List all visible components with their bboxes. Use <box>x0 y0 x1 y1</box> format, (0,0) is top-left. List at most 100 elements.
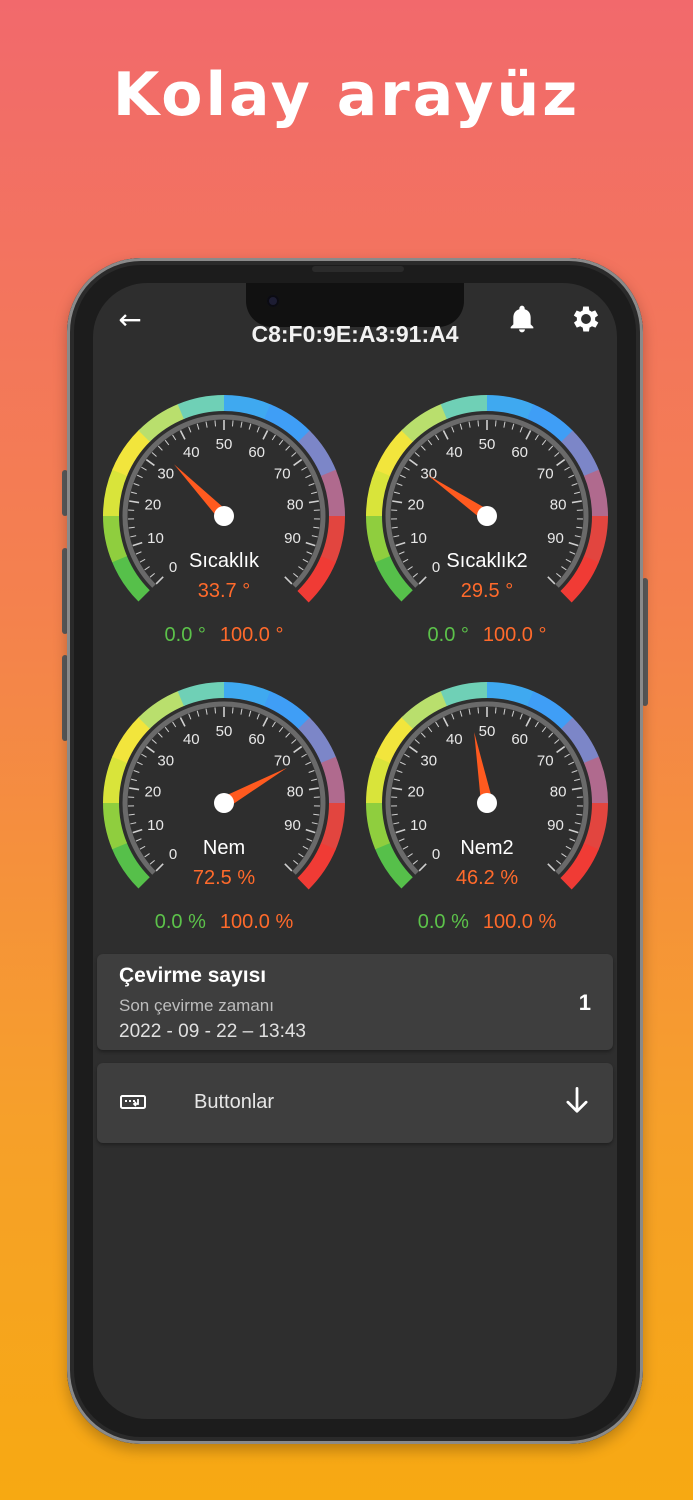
gauge-color-band <box>440 682 489 707</box>
gauge-tick <box>468 708 471 715</box>
gauge-tick <box>179 717 186 727</box>
gauge-tick <box>130 778 137 782</box>
counter-datetime: 2022 - 09 - 22 – 13:43 <box>119 1021 306 1042</box>
bell-icon[interactable] <box>506 302 538 336</box>
arrow-down-icon[interactable] <box>563 1085 591 1117</box>
gauge-tick-label: 50 <box>479 723 496 740</box>
gauge-tick <box>568 541 579 547</box>
gauge-tick <box>214 707 217 714</box>
gauge-tick-label: 70 <box>274 466 291 483</box>
gauge-color-band <box>177 395 226 420</box>
back-arrow-icon[interactable]: ← <box>112 302 148 338</box>
gauge-value: 46.2 % <box>455 867 519 889</box>
gauge-tick <box>396 483 403 486</box>
gauge-tick <box>248 710 252 717</box>
gauge-needle <box>474 732 493 805</box>
gauge-tick <box>574 778 581 782</box>
gauge-tick <box>130 491 137 495</box>
gauge-tick <box>301 753 307 758</box>
gauge-tick <box>157 445 163 451</box>
gauge-tick <box>548 732 554 738</box>
gauge-tick <box>571 770 578 773</box>
gauge-tick <box>157 732 163 738</box>
gauge-tick <box>548 445 554 451</box>
gauge-tick <box>395 541 406 547</box>
gauge-tick <box>435 434 440 441</box>
gauge-tick <box>293 745 303 754</box>
gauge-tick-label: 40 <box>446 731 463 748</box>
gauge-tick <box>128 813 135 816</box>
gauge-tick <box>393 535 400 538</box>
gauge-color-band <box>298 717 337 765</box>
buttons-label: Buttonlar <box>194 1091 275 1113</box>
gauge-tick <box>172 721 177 728</box>
gauge-tick <box>525 430 532 440</box>
gauge-tick <box>451 713 455 720</box>
gauge-tick <box>128 526 135 529</box>
gauge-tick <box>393 491 400 495</box>
gauge-tick <box>145 745 155 754</box>
gauge-tick <box>503 708 506 715</box>
gauge-nem2: 0 10 20 30 40 50 60 70 80 90 Nem2 46.2 % 0.0 % 100… <box>357 665 617 935</box>
gauge-tick-label: 30 <box>157 466 174 483</box>
gauge-tick <box>442 717 449 727</box>
keyboard-icon <box>120 1095 146 1109</box>
gauge-tick <box>556 745 566 754</box>
gauge-tick <box>293 458 303 467</box>
gauge-max: 100.0 % <box>219 911 294 933</box>
gauge-tick <box>574 491 581 495</box>
gauge-max: 100.0 ° <box>219 624 284 646</box>
gauge-tick <box>468 421 471 428</box>
gauge-color-band <box>440 395 489 420</box>
gauge-tick <box>151 452 157 457</box>
gauge-value: 29.5 ° <box>460 580 514 602</box>
gauge-tick <box>564 753 570 758</box>
gauge-tick-label: 60 <box>511 444 528 461</box>
gauge-color-band <box>320 469 345 518</box>
gauge-dial: 010203040 50 60708090 <box>366 682 608 890</box>
gauge-min: 0.0 % <box>417 911 469 933</box>
gauge-tick <box>554 452 560 457</box>
gauge-tick-label: 40 <box>446 444 463 461</box>
gauge-color-band <box>486 682 535 707</box>
gear-icon[interactable] <box>569 302 603 336</box>
gauge-range: 0.0 ° 100.0 ° <box>94 624 354 647</box>
gauge-tick <box>285 445 291 451</box>
gauge-tick <box>541 726 547 733</box>
gauge-tick <box>427 439 433 446</box>
gauge-color-band <box>138 690 186 729</box>
gauge-tick <box>136 474 143 479</box>
gauge-dial: 010203040 50 60708090 <box>103 682 345 890</box>
gauge-tick <box>133 770 140 773</box>
gauge-tick <box>136 761 143 766</box>
gauge-tick <box>408 745 418 754</box>
gauge-tick <box>568 474 575 479</box>
gauge-tick <box>399 474 406 479</box>
buttons-expander[interactable]: Buttonlar <box>97 1063 613 1143</box>
gauge-tick <box>129 787 140 791</box>
counter-card[interactable]: Çevirme sayısı Son çevirme zamanı 2022 -… <box>97 954 613 1050</box>
gauge-tick <box>396 770 403 773</box>
gauge-max: 100.0 ° <box>482 624 547 646</box>
gauge-tick-label: 10 <box>410 530 427 547</box>
gauge-tick <box>393 778 400 782</box>
gauge-tick-label: 70 <box>537 753 554 770</box>
gauge-color-band <box>375 429 414 477</box>
gauge-color-band <box>561 430 600 478</box>
gauge-tick-label: 60 <box>511 731 528 748</box>
gauge-tick <box>442 430 449 440</box>
gauge-dial: 010203040 50 60708090 <box>103 395 345 603</box>
gauge-tick-label: 50 <box>479 436 496 453</box>
gauge-tick-label: 80 <box>287 497 304 514</box>
gauge-color-band <box>401 690 449 729</box>
gauge-color-band <box>103 468 128 517</box>
gauge-tick-label: 10 <box>147 530 164 547</box>
gauge-tick <box>313 813 320 816</box>
gauge-tick <box>571 500 582 504</box>
gauge-min: 0.0 ° <box>427 624 469 646</box>
gauge-tick <box>205 708 208 715</box>
gauge-tick <box>511 710 515 717</box>
gauge-tick-label: 10 <box>410 817 427 834</box>
gauge-tick-label: 30 <box>420 753 437 770</box>
gauge-tick <box>412 859 418 865</box>
